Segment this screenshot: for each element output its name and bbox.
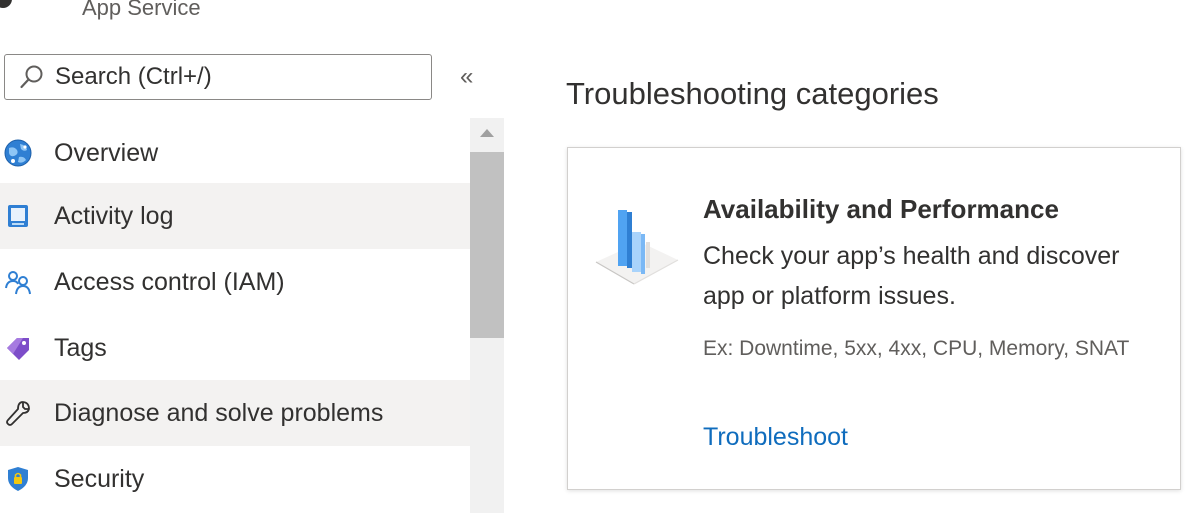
sidebar-item-label: Overview bbox=[54, 138, 159, 167]
people-icon bbox=[4, 268, 32, 296]
collapse-sidebar-button[interactable]: « bbox=[460, 62, 473, 92]
card-description: Check your app’s health and discover app… bbox=[703, 242, 1120, 310]
bar-chart-icon bbox=[595, 210, 679, 285]
sidebar-nav: Overview Activity log Access control (IA… bbox=[0, 118, 470, 513]
card-examples: Ex: Downtime, 5xx, 4xx, CPU, Memory, SNA… bbox=[703, 337, 1130, 360]
sidebar-item-label: Tags bbox=[54, 333, 107, 362]
wrench-icon bbox=[4, 399, 32, 427]
sidebar-scrollbar[interactable] bbox=[470, 118, 504, 513]
service-icon bbox=[0, 0, 12, 8]
page-title: Troubleshooting categories bbox=[566, 76, 939, 111]
sidebar-item-diagnose[interactable]: Diagnose and solve problems bbox=[0, 380, 470, 446]
sidebar-item-tags[interactable]: Tags bbox=[0, 315, 470, 381]
tag-icon bbox=[4, 334, 32, 362]
card-title: Availability and Performance bbox=[703, 194, 1059, 224]
search-box[interactable] bbox=[4, 54, 432, 100]
sidebar-item-security[interactable]: Security bbox=[0, 446, 470, 512]
service-type-label: App Service bbox=[82, 0, 201, 20]
troubleshoot-link[interactable]: Troubleshoot bbox=[703, 423, 848, 452]
search-input[interactable] bbox=[55, 63, 415, 91]
scroll-up-arrow-icon[interactable] bbox=[470, 126, 504, 146]
app-service-blade: App Service « Overview bbox=[0, 0, 1200, 513]
sidebar-item-access-control[interactable]: Access control (IAM) bbox=[0, 249, 470, 315]
search-icon bbox=[20, 65, 43, 89]
sidebar-item-label: Security bbox=[54, 464, 145, 493]
shield-icon bbox=[4, 465, 32, 493]
sidebar-item-label: Diagnose and solve problems bbox=[54, 398, 384, 427]
globe-icon bbox=[4, 139, 32, 167]
activity-log-icon bbox=[4, 202, 32, 230]
availability-performance-card[interactable]: Availability and Performance Check your … bbox=[567, 147, 1181, 490]
sidebar-item-activity-log[interactable]: Activity log bbox=[0, 183, 470, 249]
sidebar-item-overview[interactable]: Overview bbox=[0, 120, 470, 186]
sidebar-item-label: Access control (IAM) bbox=[54, 267, 285, 296]
scrollbar-thumb[interactable] bbox=[470, 152, 504, 338]
sidebar-item-label: Activity log bbox=[54, 201, 174, 230]
